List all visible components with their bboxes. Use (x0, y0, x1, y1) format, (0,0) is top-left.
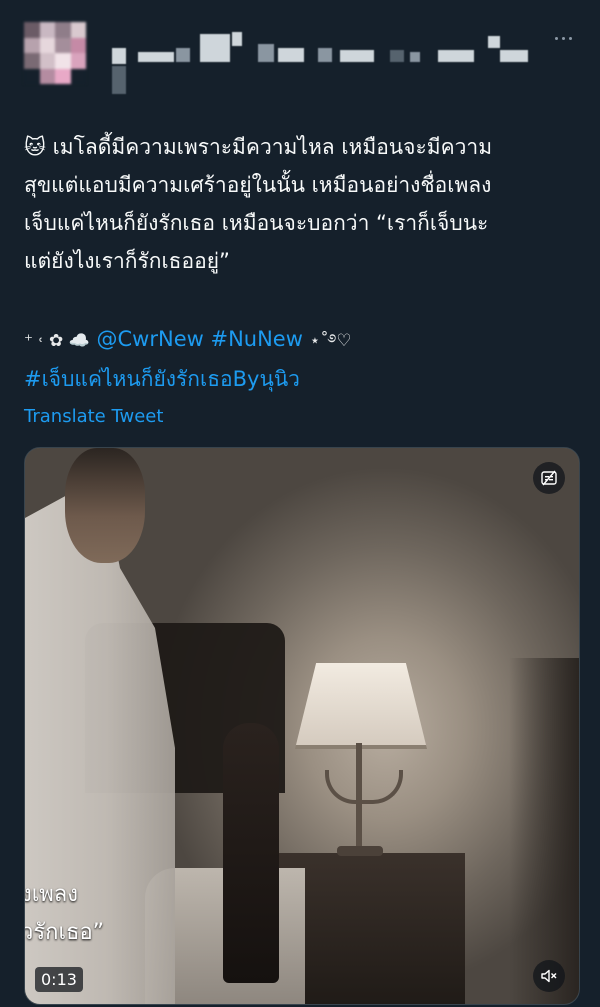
video-player[interactable]: งเพลง วรักเธอ” 0:13 (24, 447, 580, 1005)
video-subtitle-line: งเพลง (24, 882, 78, 907)
tweet-tags-line: ⁺ ˓ ✿ ☁️ @CwrNew #NuNew ⋆˚࿔♡ (24, 320, 584, 360)
tweet-text-line: เจ็บแค่ไหนก็ยังรักเธอ เหมือนจะบอกว่า “เร… (24, 211, 489, 235)
hashtag-link[interactable]: #เจ็บแค่ไหนก็ยังรักเธอByนุนิว (24, 367, 300, 391)
tweet-text-line: 🐱 เมโลดี้มีความเพราะมีความไหล เหมือนจะมี… (24, 135, 493, 159)
mention-link[interactable]: @CwrNew (97, 327, 204, 351)
tweet-card[interactable]: 🐱 เมโลดี้มีความเพราะมีความไหล เหมือนจะมี… (0, 0, 600, 1007)
more-options-icon[interactable] (550, 34, 572, 42)
decorative-symbols: ⋆˚࿔♡ (309, 331, 352, 351)
video-subtitle-line: วรักเธอ” (24, 920, 105, 945)
no-caption-icon[interactable] (533, 462, 565, 494)
video-frame (25, 448, 579, 1004)
hashtag-link[interactable]: #NuNew (210, 327, 302, 351)
tweet-text: 🐱 เมโลดี้มีความเพราะมีความไหล เหมือนจะมี… (24, 128, 584, 398)
tweet-text-line: แต่ยังไงเราก็รักเธออยู่” (24, 249, 230, 273)
decorative-symbols: ⁺ ˓ ✿ ☁️ (24, 331, 90, 351)
avatar[interactable] (24, 22, 86, 84)
tweet-text-line: สุขแต่แอบมีความเศร้าอยู่ในนั้น เหมือนอย่… (24, 173, 492, 197)
muted-volume-icon[interactable] (533, 960, 565, 992)
video-duration: 0:13 (35, 967, 83, 992)
author-name-redacted[interactable] (104, 30, 564, 94)
translate-tweet-link[interactable]: Translate Tweet (24, 406, 163, 427)
tweet-header (24, 22, 576, 94)
